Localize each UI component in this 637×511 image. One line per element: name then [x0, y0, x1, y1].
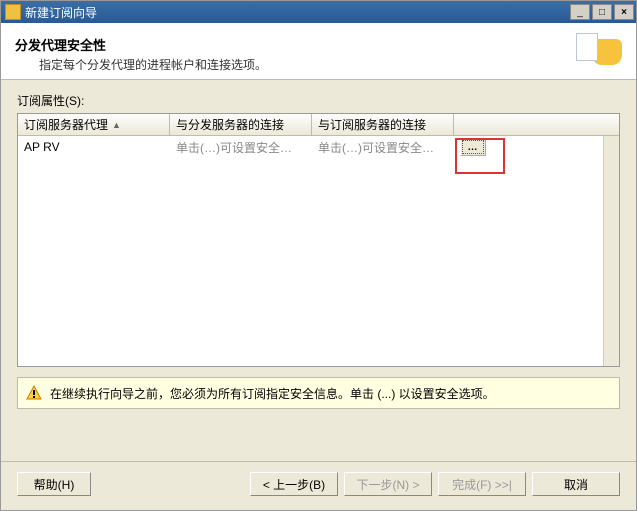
table-header: 订阅服务器代理 ▲ 与分发服务器的连接 与订阅服务器的连接 [18, 114, 619, 136]
cell-agent: AP RV [18, 136, 170, 158]
subscription-table: 订阅服务器代理 ▲ 与分发服务器的连接 与订阅服务器的连接 AP RV 单击(…… [17, 113, 620, 367]
window-controls: _ □ × [570, 4, 634, 20]
set-security-button[interactable]: … [460, 138, 486, 156]
finish-button: 完成(F) >>| [438, 472, 526, 496]
col-dist-conn[interactable]: 与分发服务器的连接 [170, 114, 312, 135]
wizard-body: 订阅属性(S): 订阅服务器代理 ▲ 与分发服务器的连接 与订阅服务器的连接 A… [1, 80, 636, 417]
titlebar[interactable]: 新建订阅向导 _ □ × [1, 1, 636, 23]
minimize-button[interactable]: _ [570, 4, 590, 20]
col-agent-label: 订阅服务器代理 [24, 116, 108, 133]
cancel-button[interactable]: 取消 [532, 472, 620, 496]
warning-icon [26, 385, 42, 401]
col-sub-conn[interactable]: 与订阅服务器的连接 [312, 114, 454, 135]
next-button: 下一步(N) > [344, 472, 432, 496]
cell-dist-conn: 单击(…)可设置安全… [170, 136, 312, 158]
window-title: 新建订阅向导 [25, 4, 570, 21]
sort-indicator-icon: ▲ [112, 120, 121, 130]
table-row[interactable]: AP RV 单击(…)可设置安全… 单击(…)可设置安全… … [18, 136, 619, 158]
col-dist-label: 与分发服务器的连接 [176, 116, 284, 133]
info-panel: 在继续执行向导之前，您必须为所有订阅指定安全信息。单击 (...) 以设置安全选… [17, 377, 620, 409]
col-action [454, 114, 619, 135]
close-button[interactable]: × [614, 4, 634, 20]
help-button[interactable]: 帮助(H) [17, 472, 91, 496]
col-sub-label: 与订阅服务器的连接 [318, 116, 426, 133]
col-agent[interactable]: 订阅服务器代理 ▲ [18, 114, 170, 135]
wizard-header: 分发代理安全性 指定每个分发代理的进程帐户和连接选项。 [1, 23, 636, 80]
page-title: 分发代理安全性 [15, 31, 574, 56]
cell-action: … [454, 136, 619, 158]
page-subtitle: 指定每个分发代理的进程帐户和连接选项。 [15, 56, 574, 73]
back-button[interactable]: < 上一步(B) [250, 472, 338, 496]
list-label: 订阅属性(S): [17, 92, 620, 109]
scrollbar[interactable] [603, 136, 619, 366]
wizard-window: 新建订阅向导 _ □ × 分发代理安全性 指定每个分发代理的进程帐户和连接选项。… [0, 0, 637, 511]
maximize-button[interactable]: □ [592, 4, 612, 20]
wizard-footer: 帮助(H) < 上一步(B) 下一步(N) > 完成(F) >>| 取消 [1, 461, 636, 510]
info-text: 在继续执行向导之前，您必须为所有订阅指定安全信息。单击 (...) 以设置安全选… [50, 385, 495, 402]
app-icon [5, 4, 21, 20]
cell-sub-conn: 单击(…)可设置安全… [312, 136, 454, 158]
header-graphic-icon [574, 31, 622, 71]
